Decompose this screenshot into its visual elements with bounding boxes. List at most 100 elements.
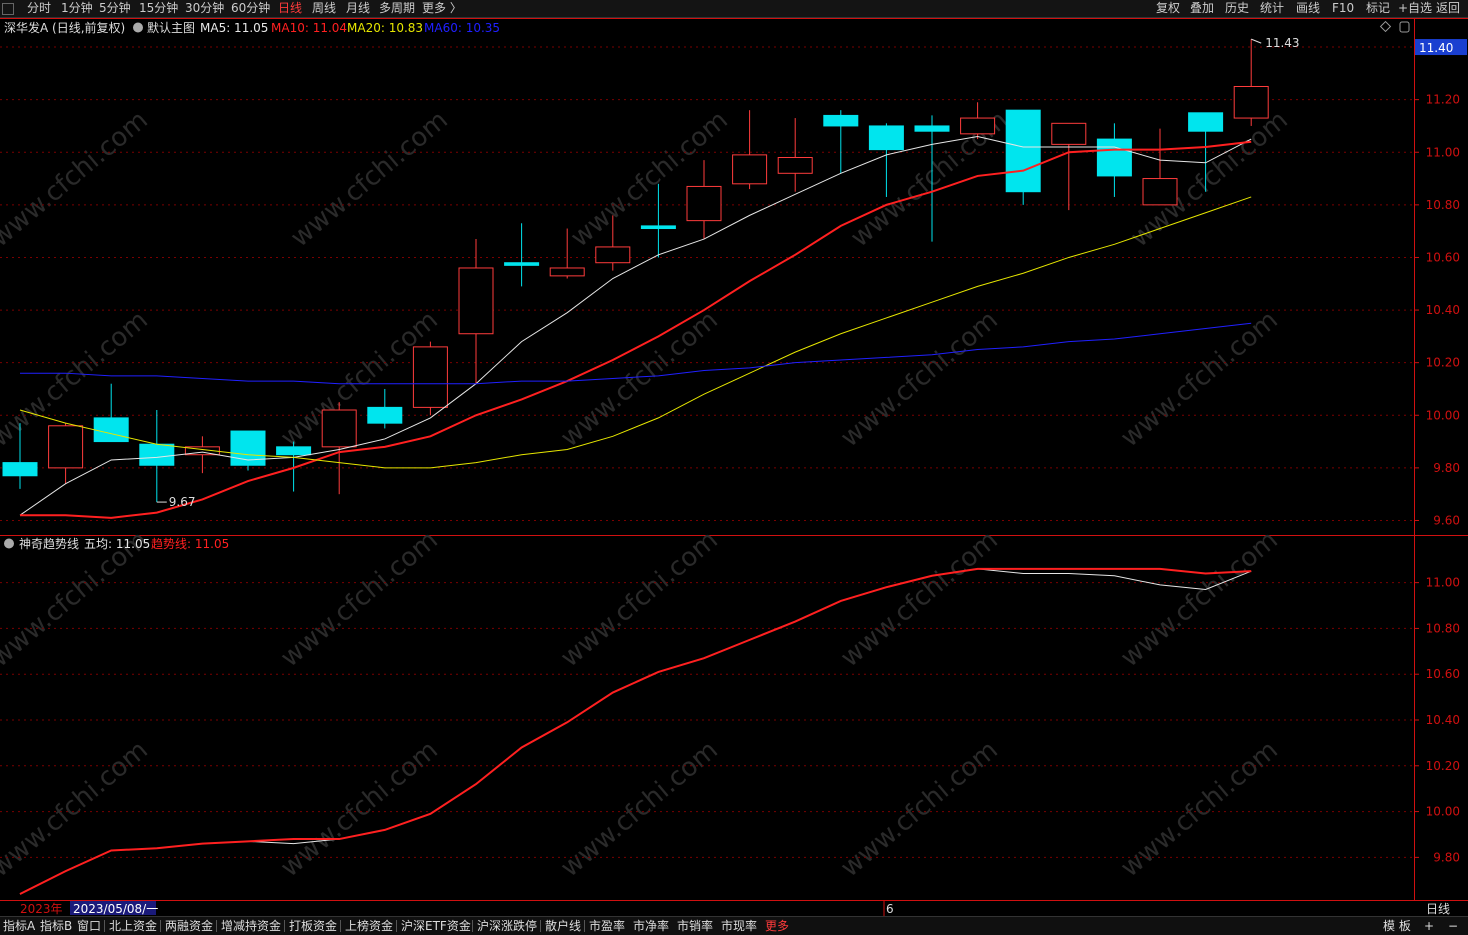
watermark-19: www.cfchi.com [1115,735,1284,883]
candle-5 [230,430,266,471]
tab-indicator-a[interactable]: 指标A [3,917,35,935]
tab-pcf[interactable]: 市现率 [721,917,757,935]
main-ytick-label-7: 11.00 [1426,145,1460,159]
candle-body-0 [2,462,38,477]
candle-21 [960,102,996,140]
main-ytick-label-2: 10.00 [1426,408,1460,422]
indicator-tabbar: 指标A 指标B 窗口 北上资金 两融资金 增减持资金 打板资金 上榜资金 沪深E… [0,916,1468,935]
period-tab-5[interactable]: 60分钟 [231,0,270,17]
candle-11 [504,223,540,287]
candle-body-3 [139,443,175,466]
watermark-15: www.cfchi.com [0,735,154,883]
period-tab-3[interactable]: 15分钟 [139,0,178,17]
sub-indicator-name: 神奇趋势线 [19,537,79,551]
period-tab-8[interactable]: 月线 [346,0,370,17]
top-toolbar: 分时 1分钟 5分钟 15分钟 30分钟 60分钟 日线 周线 月线 多周期 更多 〉 复权 叠加 历史… [0,0,1468,18]
period-tab-0[interactable]: 分时 [27,0,51,17]
toolbar-button-1[interactable]: 叠加 [1190,0,1214,17]
xaxis-month-label: 6 [886,902,894,916]
main-template-label: 默认主图 [147,20,195,35]
tab-breadth[interactable]: 沪深涨跌停 [477,917,537,935]
tab-more[interactable]: 更多 [765,917,789,935]
period-tab-2[interactable]: 5分钟 [99,0,131,17]
candle-27 [1233,39,1269,126]
period-tab-9[interactable]: 多周期 [379,0,415,17]
watermark-16: www.cfchi.com [275,735,444,883]
zoom-in-button[interactable]: + [1424,917,1434,935]
ma60-legend: MA60: 10.35 [424,21,500,35]
toolbar-button-6[interactable]: 标记 [1366,0,1390,17]
window-grip-icon[interactable] [2,3,14,15]
candle-body-21 [960,117,996,135]
main-ytick-label-1: 9.80 [1433,461,1460,475]
toolbar-button-3[interactable]: 统计 [1260,0,1284,17]
tab-holdings-change[interactable]: 增减持资金 [221,917,281,935]
candle-25 [1142,128,1178,206]
candle-23 [1051,122,1087,211]
candle-body-15 [686,185,722,222]
sub-ytick-label-6: 11.00 [1426,576,1460,590]
tab-indicator-b[interactable]: 指标B [40,917,72,935]
main-ytick-label-6: 10.80 [1426,198,1460,212]
candle-15 [686,160,722,240]
tab-ps[interactable]: 市销率 [677,917,713,935]
candle-body-11 [504,262,540,266]
tab-pb[interactable]: 市净率 [633,917,669,935]
candle-body-12 [549,267,585,277]
main-ytick-label-8: 11.20 [1426,93,1460,107]
candle-18 [823,110,859,174]
period-tab-7[interactable]: 周线 [312,0,336,17]
candle-body-17 [777,157,813,174]
tab-margin[interactable]: 两融资金 [165,917,213,935]
sub-ytick-label-5: 10.80 [1426,621,1460,635]
low-annotation: 9.67 [169,495,196,509]
candle-body-23 [1051,122,1087,145]
zoom-out-button[interactable]: − [1448,917,1458,935]
candle-body-14 [640,225,676,230]
tab-northbound[interactable]: 北上资金 [109,917,157,935]
window-toggle-icon [1399,21,1410,33]
candle-body-7 [321,409,357,448]
period-tab-4[interactable]: 30分钟 [185,0,224,17]
toolbar-button-0[interactable]: 复权 [1156,0,1180,17]
main-ytick-label-4: 10.40 [1426,303,1460,317]
candle-body-8 [367,406,403,424]
toolbar-button-8[interactable]: 返回 [1436,0,1460,17]
candle-body-16 [732,154,768,185]
period-tab-10[interactable]: 更多 〉 [422,0,462,17]
period-tab-1[interactable]: 1分钟 [61,0,93,17]
candle-body-27 [1233,85,1269,119]
tab-top-list[interactable]: 上榜资金 [345,917,393,935]
toolbar-button-2[interactable]: 历史 [1225,0,1249,17]
tab-window[interactable]: 窗口 [77,917,101,935]
candle-body-24 [1096,138,1132,177]
main-ytick-label-0: 9.60 [1433,513,1460,527]
sub-ytick-label-2: 10.20 [1426,759,1460,773]
template-button[interactable]: 模 板 [1383,917,1411,935]
candle-body-25 [1142,178,1178,206]
tab-retail[interactable]: 散户线 [545,917,581,935]
ma5-legend: MA5: 11.05 [200,21,268,35]
watermark-14: www.cfchi.com [1115,525,1284,673]
watermark-2: www.cfchi.com [565,105,734,253]
main-ytick-label-3: 10.20 [1426,356,1460,370]
toolbar-button-7[interactable]: +自选 [1398,0,1432,17]
period-label: 日线 [1426,902,1450,916]
candle-body-19 [868,125,904,151]
toolbar-button-5[interactable]: F10 [1332,0,1354,17]
candle-6 [276,441,312,492]
toolbar-button-4[interactable]: 画线 [1296,0,1320,17]
candle-body-1 [48,425,84,469]
watermark-17: www.cfchi.com [555,735,724,883]
diamond-icon [1379,20,1392,33]
watermark-13: www.cfchi.com [835,525,1004,673]
tab-pe[interactable]: 市盈率 [589,917,625,935]
xaxis-year-label: 2023年 [20,902,63,916]
period-tab-6[interactable]: 日线 [278,0,302,17]
stock-title: 深华发A (日线,前复权) [4,20,125,35]
candle-22 [1005,109,1041,205]
tab-etf[interactable]: 沪深ETF资金 [401,917,471,935]
candle-body-2 [93,417,129,443]
candle-4 [184,436,220,474]
tab-limit-up[interactable]: 打板资金 [289,917,337,935]
